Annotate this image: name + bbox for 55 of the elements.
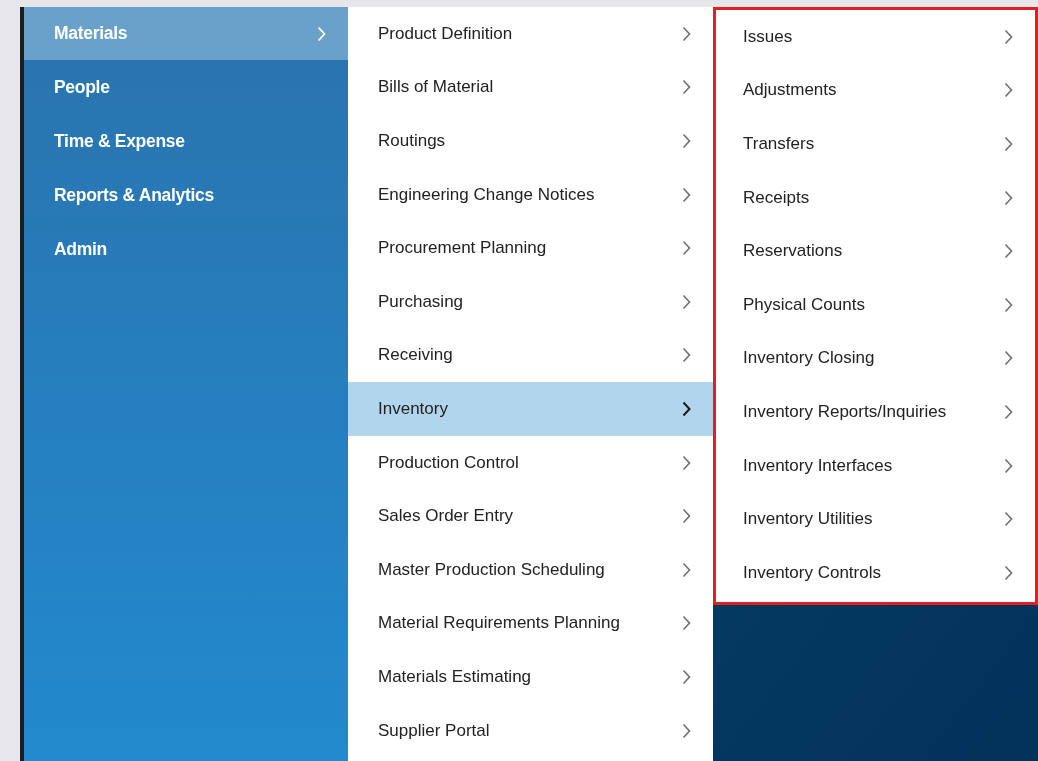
chevron-right-icon <box>1004 564 1013 581</box>
chevron-right-icon <box>682 668 691 685</box>
submenu-item[interactable]: Transfers <box>716 117 1035 171</box>
menu-item[interactable]: Inventory <box>348 382 713 436</box>
sidebar-item[interactable]: Admin <box>24 222 348 276</box>
chevron-right-icon <box>682 508 691 525</box>
chevron-right-icon <box>682 347 691 364</box>
submenu-item[interactable]: Issues <box>716 10 1035 64</box>
chevron-right-icon <box>682 79 691 96</box>
chevron-right-icon <box>682 722 691 739</box>
chevron-right-icon <box>317 25 326 42</box>
submenu-item[interactable]: Receipts <box>716 170 1035 225</box>
chevron-right-icon <box>1004 136 1013 152</box>
menu-item[interactable]: Production Control <box>348 435 713 490</box>
menu-item[interactable]: Purchasing <box>348 274 713 329</box>
chevron-right-icon <box>682 615 691 632</box>
chevron-right-icon <box>682 240 691 257</box>
chevron-right-icon <box>1004 28 1013 45</box>
chevron-right-icon <box>1004 457 1013 474</box>
submenu-item[interactable]: Inventory Interfaces <box>716 438 1035 493</box>
menu-item[interactable]: Product Definition <box>348 7 713 61</box>
chevron-right-icon <box>682 293 691 310</box>
submenu-item[interactable]: Inventory Reports/Inquiries <box>716 385 1035 439</box>
submenu-item[interactable]: Inventory Closing <box>716 331 1035 386</box>
chevron-right-icon <box>1004 511 1013 528</box>
menu-item[interactable]: Bills of Material <box>348 60 713 115</box>
menu-item[interactable]: Material Requirements Planning <box>348 596 713 651</box>
chevron-right-icon <box>1004 243 1013 260</box>
menu-item[interactable]: Materials Estimating <box>348 650 713 704</box>
chevron-right-icon <box>1004 403 1013 420</box>
menu-item[interactable]: Receiving <box>348 328 713 383</box>
chevron-right-icon <box>1004 82 1013 99</box>
menu-item[interactable]: Engineering Change Notices <box>348 167 713 222</box>
submenu-item[interactable]: Inventory Utilities <box>716 492 1035 546</box>
sidebar-item[interactable]: Reports & Analytics <box>24 168 348 222</box>
menu-item[interactable]: Supplier Portal <box>348 703 713 758</box>
chevron-right-icon <box>682 186 691 203</box>
submenu-item[interactable]: Adjustments <box>716 63 1035 118</box>
menu-item[interactable]: Procurement Planning <box>348 221 713 275</box>
menu-item[interactable]: Routings <box>348 114 713 168</box>
chevron-right-icon <box>1004 189 1013 206</box>
chevron-right-icon <box>682 454 691 471</box>
chevron-right-icon <box>682 400 691 417</box>
submenu-item[interactable]: Inventory Controls <box>716 545 1035 600</box>
sidebar-item[interactable]: People <box>24 60 348 114</box>
submenu-item[interactable]: Physical Counts <box>716 277 1035 332</box>
chevron-right-icon <box>682 561 691 578</box>
chevron-right-icon <box>682 25 691 42</box>
menu-item[interactable]: Master Production Scheduling <box>348 542 713 597</box>
menu-item[interactable]: Sales Order Entry <box>348 489 713 543</box>
submenu-item[interactable]: Reservations <box>716 224 1035 278</box>
chevron-right-icon <box>1004 296 1013 313</box>
sidebar-item[interactable]: Time & Expense <box>24 114 348 168</box>
chevron-right-icon <box>1004 350 1013 367</box>
chevron-right-icon <box>682 133 691 149</box>
